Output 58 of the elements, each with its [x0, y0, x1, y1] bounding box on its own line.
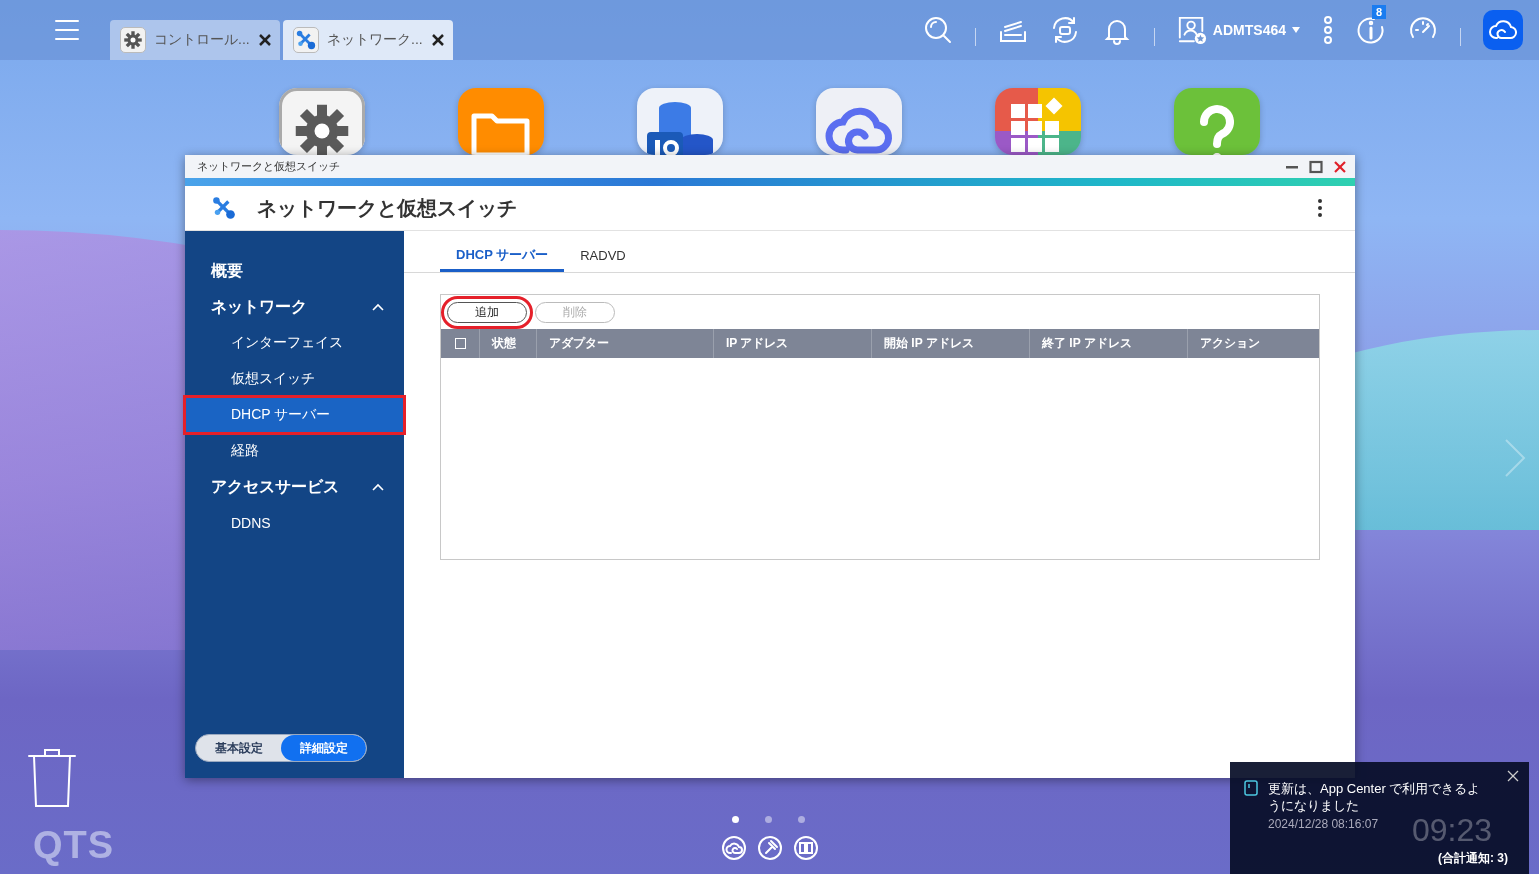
cloud-button[interactable]	[1483, 10, 1523, 50]
network-icon	[295, 29, 317, 51]
more-icon[interactable]	[1317, 198, 1323, 218]
close-icon[interactable]	[431, 33, 445, 47]
menu-icon[interactable]	[54, 18, 80, 42]
column-header[interactable]: 終了 IP アドレス	[1029, 329, 1187, 358]
notification-message: 更新は、App Center で利用できるようになりました	[1268, 780, 1482, 814]
close-button[interactable]	[1333, 159, 1347, 174]
gear-icon	[123, 30, 143, 50]
app-update-icon	[1244, 780, 1258, 796]
app-tab[interactable]: ネットワーク...	[283, 20, 453, 60]
sidebar-item[interactable]: 仮想スイッチ	[185, 361, 404, 397]
page-dot[interactable]	[732, 816, 739, 823]
settings-app-icon[interactable]	[279, 88, 365, 155]
sidebar-group[interactable]: ネットワーク	[185, 289, 404, 325]
logo: QTS	[33, 826, 115, 864]
tab[interactable]: RADVD	[564, 241, 642, 272]
column-header[interactable]: アクション	[1187, 329, 1319, 358]
hammer-icon[interactable]	[758, 836, 782, 860]
mode-toggle-option[interactable]: 基本設定	[196, 735, 281, 761]
column-header[interactable]: 開始 IP アドレス	[871, 329, 1029, 358]
cloud-icon	[1489, 20, 1517, 40]
chevron-up-icon[interactable]	[372, 303, 384, 311]
clock-time: 09:23	[1412, 814, 1493, 846]
column-header[interactable]: 状態	[479, 329, 536, 358]
notification-time: 2024/12/28 08:16:07	[1268, 817, 1379, 831]
select-all-checkbox[interactable]	[454, 338, 466, 349]
tab[interactable]: DHCP サーバー	[440, 241, 565, 272]
help-app-icon[interactable]	[1174, 88, 1260, 155]
app-tab[interactable]: コントロール...	[110, 20, 280, 60]
page-dot[interactable]	[798, 816, 805, 823]
sidebar-item[interactable]: 概要	[185, 253, 404, 289]
mode-toggle-option[interactable]: 詳細設定	[281, 735, 366, 761]
window-title: ネットワークと仮想スイッチ	[257, 195, 518, 221]
cloud-icon[interactable]	[722, 836, 746, 860]
count-badge: 8	[1372, 5, 1387, 19]
book-icon[interactable]	[794, 836, 818, 860]
sidebar-item[interactable]: 経路	[185, 433, 404, 469]
sidebar-group[interactable]: アクセスサービス	[185, 469, 404, 505]
chevron-up-icon[interactable]	[372, 483, 384, 491]
trash-icon[interactable]	[28, 748, 76, 808]
folder-app-icon[interactable]	[458, 88, 544, 155]
cloud-app-icon[interactable]	[816, 88, 902, 155]
sidebar-item[interactable]: DHCP サーバー	[185, 397, 404, 433]
window-caption: ネットワークと仮想スイッチ	[197, 159, 341, 174]
column-header[interactable]: IP アドレス	[713, 329, 871, 358]
sidebar-item[interactable]: インターフェイス	[185, 325, 404, 361]
column-header[interactable]: アダプター	[536, 329, 713, 358]
maximize-button[interactable]	[1309, 159, 1323, 174]
close-icon[interactable]	[258, 33, 272, 47]
page-dot[interactable]	[765, 816, 772, 823]
sidebar-item[interactable]: DDNS	[185, 505, 404, 541]
notification-count: (合計通知: 3)	[1438, 850, 1508, 867]
search-icon[interactable]	[922, 15, 953, 45]
user-icon[interactable]	[1176, 15, 1207, 45]
caret-icon[interactable]	[1292, 27, 1300, 33]
database-app-icon[interactable]	[637, 88, 723, 155]
info-icon[interactable]	[1356, 15, 1386, 45]
